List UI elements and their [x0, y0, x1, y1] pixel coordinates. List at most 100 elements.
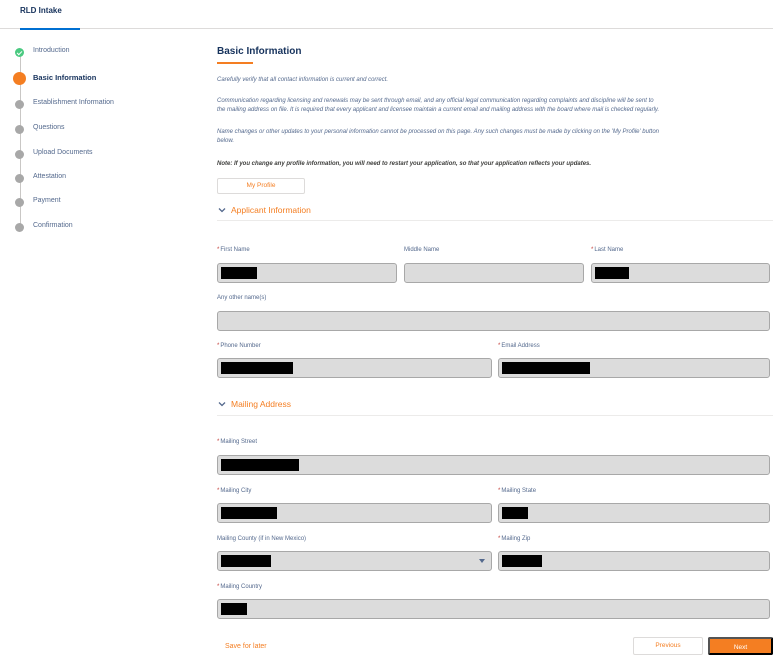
communication-text-line-1: Communication regarding licensing and re… [217, 98, 654, 104]
step-payment[interactable]: Payment [0, 194, 200, 210]
label-text: First Name [220, 247, 250, 253]
name-change-text-line-1: Name changes or other updates to your pe… [217, 129, 659, 135]
my-profile-button[interactable]: My Profile [217, 178, 305, 194]
redacted-value [221, 603, 247, 615]
label-text: Email Address [501, 343, 540, 349]
redacted-value [502, 362, 590, 374]
label-text: Last Name [594, 247, 624, 253]
step-attestation[interactable]: Attestation [0, 170, 200, 186]
tab-active-indicator [20, 28, 80, 30]
first-name-label: *First Name [217, 247, 250, 253]
other-names-field[interactable] [217, 311, 770, 331]
required-marker: * [217, 439, 220, 445]
title-underline [217, 62, 253, 64]
phone-number-field[interactable] [217, 358, 492, 378]
step-establishment-information[interactable]: Establishment Information [0, 96, 200, 112]
previous-button[interactable]: Previous [633, 637, 703, 655]
step-label: Attestation [33, 173, 67, 180]
mailing-county-select[interactable] [217, 551, 492, 571]
redacted-value [221, 362, 293, 374]
step-introduction[interactable]: Introduction [0, 44, 200, 60]
step-questions[interactable]: Questions [0, 121, 200, 137]
other-names-label: Any other name(s) [217, 295, 266, 301]
mailing-county-label: Mailing County (if in New Mexico) [217, 536, 306, 542]
pending-step-marker [15, 198, 24, 207]
last-name-label: *Last Name [591, 247, 623, 253]
mailing-street-label: *Mailing Street [217, 439, 257, 445]
mailing-zip-label: *Mailing Zip [498, 536, 530, 542]
pending-step-marker [15, 125, 24, 134]
step-label: Confirmation [33, 222, 73, 229]
name-change-text-line-2: below. [217, 138, 235, 144]
mailing-country-field[interactable] [217, 599, 770, 619]
mailing-address-toggle[interactable]: Mailing Address [217, 397, 773, 413]
phone-number-label: *Phone Number [217, 343, 261, 349]
step-label: Questions [33, 124, 65, 131]
mailing-city-label: *Mailing City [217, 488, 251, 494]
first-name-field[interactable] [217, 263, 397, 283]
communication-text-line-2: the mailing address on file. It is requi… [217, 107, 660, 113]
step-label: Establishment Information [33, 99, 114, 106]
required-marker: * [217, 584, 220, 590]
middle-name-field[interactable] [404, 263, 584, 283]
next-button[interactable]: Next [708, 637, 773, 655]
tab-label: RLD Intake [20, 6, 62, 15]
current-step-marker [13, 72, 26, 85]
pending-step-marker [15, 150, 24, 159]
caret-down-icon [479, 559, 485, 563]
mailing-street-field[interactable] [217, 455, 770, 475]
required-marker: * [498, 536, 501, 542]
step-label: Introduction [33, 47, 70, 54]
chevron-down-icon [218, 208, 226, 213]
step-label: Basic Information [33, 73, 97, 82]
page-title: Basic Information [217, 46, 302, 57]
mailing-state-label: *Mailing State [498, 488, 536, 494]
save-for-later-link[interactable]: Save for later [225, 643, 267, 650]
tab-rld-intake[interactable]: RLD Intake [12, 0, 80, 30]
mailing-state-field[interactable] [498, 503, 770, 523]
redacted-value [595, 267, 629, 279]
email-address-label: *Email Address [498, 343, 540, 349]
chevron-down-icon [218, 402, 226, 407]
section-header-label: Mailing Address [231, 399, 292, 409]
step-label: Upload Documents [33, 149, 93, 156]
step-upload-documents[interactable]: Upload Documents [0, 146, 200, 162]
section-header-label: Applicant Information [231, 205, 311, 215]
mailing-country-label: *Mailing Country [217, 584, 262, 590]
section-divider [217, 220, 773, 221]
label-text: Any other name(s) [217, 295, 267, 301]
step-basic-information[interactable]: Basic Information [0, 70, 200, 86]
redacted-value [221, 459, 299, 471]
required-marker: * [217, 247, 220, 253]
label-text: Mailing State [501, 488, 537, 494]
profile-note: Note: If you change any profile informat… [217, 161, 592, 167]
redacted-value [502, 555, 542, 567]
pending-step-marker [15, 100, 24, 109]
label-text: Mailing County (if in New Mexico) [217, 536, 307, 542]
required-marker: * [217, 343, 220, 349]
mailing-zip-field[interactable] [498, 551, 770, 571]
mailing-city-field[interactable] [217, 503, 492, 523]
label-text: Phone Number [220, 343, 261, 349]
label-text: Mailing City [220, 488, 252, 494]
label-text: Mailing Country [220, 584, 263, 590]
redacted-value [221, 267, 257, 279]
required-marker: * [498, 343, 501, 349]
label-text: Mailing Street [220, 439, 258, 445]
label-text: Middle Name [404, 247, 440, 253]
required-marker: * [498, 488, 501, 494]
required-marker: * [217, 488, 220, 494]
email-address-field[interactable] [498, 358, 770, 378]
redacted-value [221, 555, 271, 567]
section-divider [217, 415, 773, 416]
check-icon [15, 48, 24, 57]
redacted-value [221, 507, 277, 519]
required-marker: * [591, 247, 594, 253]
pending-step-marker [15, 174, 24, 183]
pending-step-marker [15, 223, 24, 232]
tab-bar: RLD Intake [0, 0, 773, 30]
applicant-information-toggle[interactable]: Applicant Information [217, 203, 773, 219]
step-confirmation[interactable]: Confirmation [0, 219, 200, 235]
step-label: Payment [33, 197, 61, 204]
last-name-field[interactable] [591, 263, 770, 283]
